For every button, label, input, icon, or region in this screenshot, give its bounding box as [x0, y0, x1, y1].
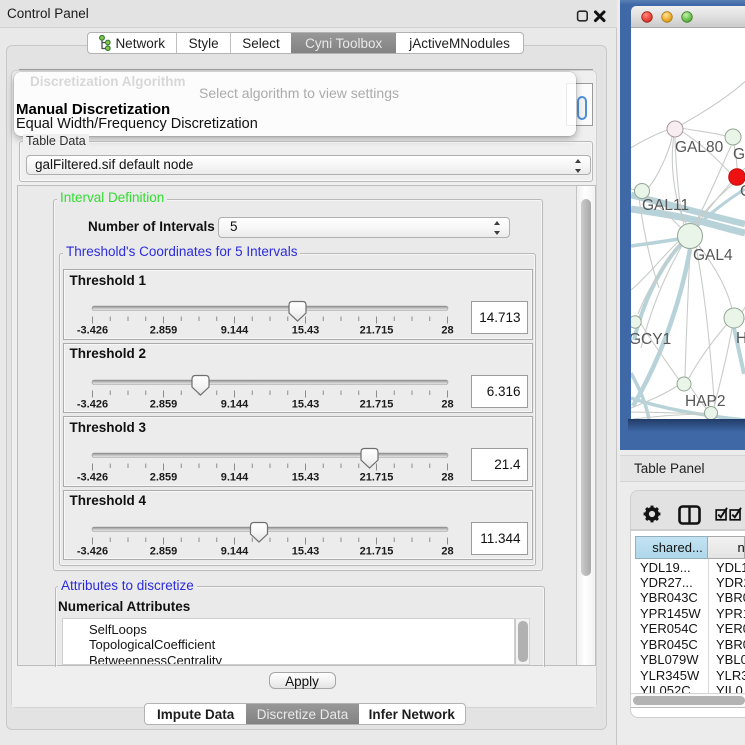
svg-text:28: 28: [441, 545, 453, 557]
svg-text:21.715: 21.715: [359, 398, 393, 410]
svg-text:2.859: 2.859: [149, 398, 177, 410]
svg-text:-3.426: -3.426: [76, 545, 107, 557]
svg-text:GAL11: GAL11: [642, 197, 689, 214]
svg-text:-3.426: -3.426: [76, 325, 107, 337]
svg-text:28: 28: [441, 398, 453, 410]
svg-text:9.144: 9.144: [220, 545, 248, 557]
svg-text:2.859: 2.859: [149, 545, 177, 557]
svg-text:GAL80: GAL80: [675, 139, 724, 156]
svg-text:-3.426: -3.426: [76, 472, 107, 484]
svg-text:15.43: 15.43: [291, 472, 319, 484]
svg-text:15.43: 15.43: [291, 325, 319, 337]
svg-text:9.144: 9.144: [220, 325, 248, 337]
svg-text:GA: GA: [733, 146, 745, 163]
svg-text:9.144: 9.144: [220, 398, 248, 410]
svg-text:21.715: 21.715: [359, 472, 393, 484]
svg-text:21.715: 21.715: [359, 325, 393, 337]
svg-text:-3.426: -3.426: [76, 398, 107, 410]
svg-text:9.144: 9.144: [220, 472, 248, 484]
svg-text:21.715: 21.715: [359, 545, 393, 557]
svg-text:15.43: 15.43: [291, 398, 319, 410]
svg-text:28: 28: [441, 472, 453, 484]
svg-text:HIS: HIS: [736, 330, 745, 347]
svg-text:GAL4: GAL4: [693, 247, 733, 264]
svg-text:15.43: 15.43: [291, 545, 319, 557]
svg-text:GCY1: GCY1: [631, 331, 671, 348]
svg-text:2.859: 2.859: [149, 472, 177, 484]
svg-text:HAP2: HAP2: [685, 393, 726, 410]
svg-text:CD: CD: [740, 183, 745, 200]
svg-text:28: 28: [441, 325, 453, 337]
svg-text:2.859: 2.859: [149, 325, 177, 337]
